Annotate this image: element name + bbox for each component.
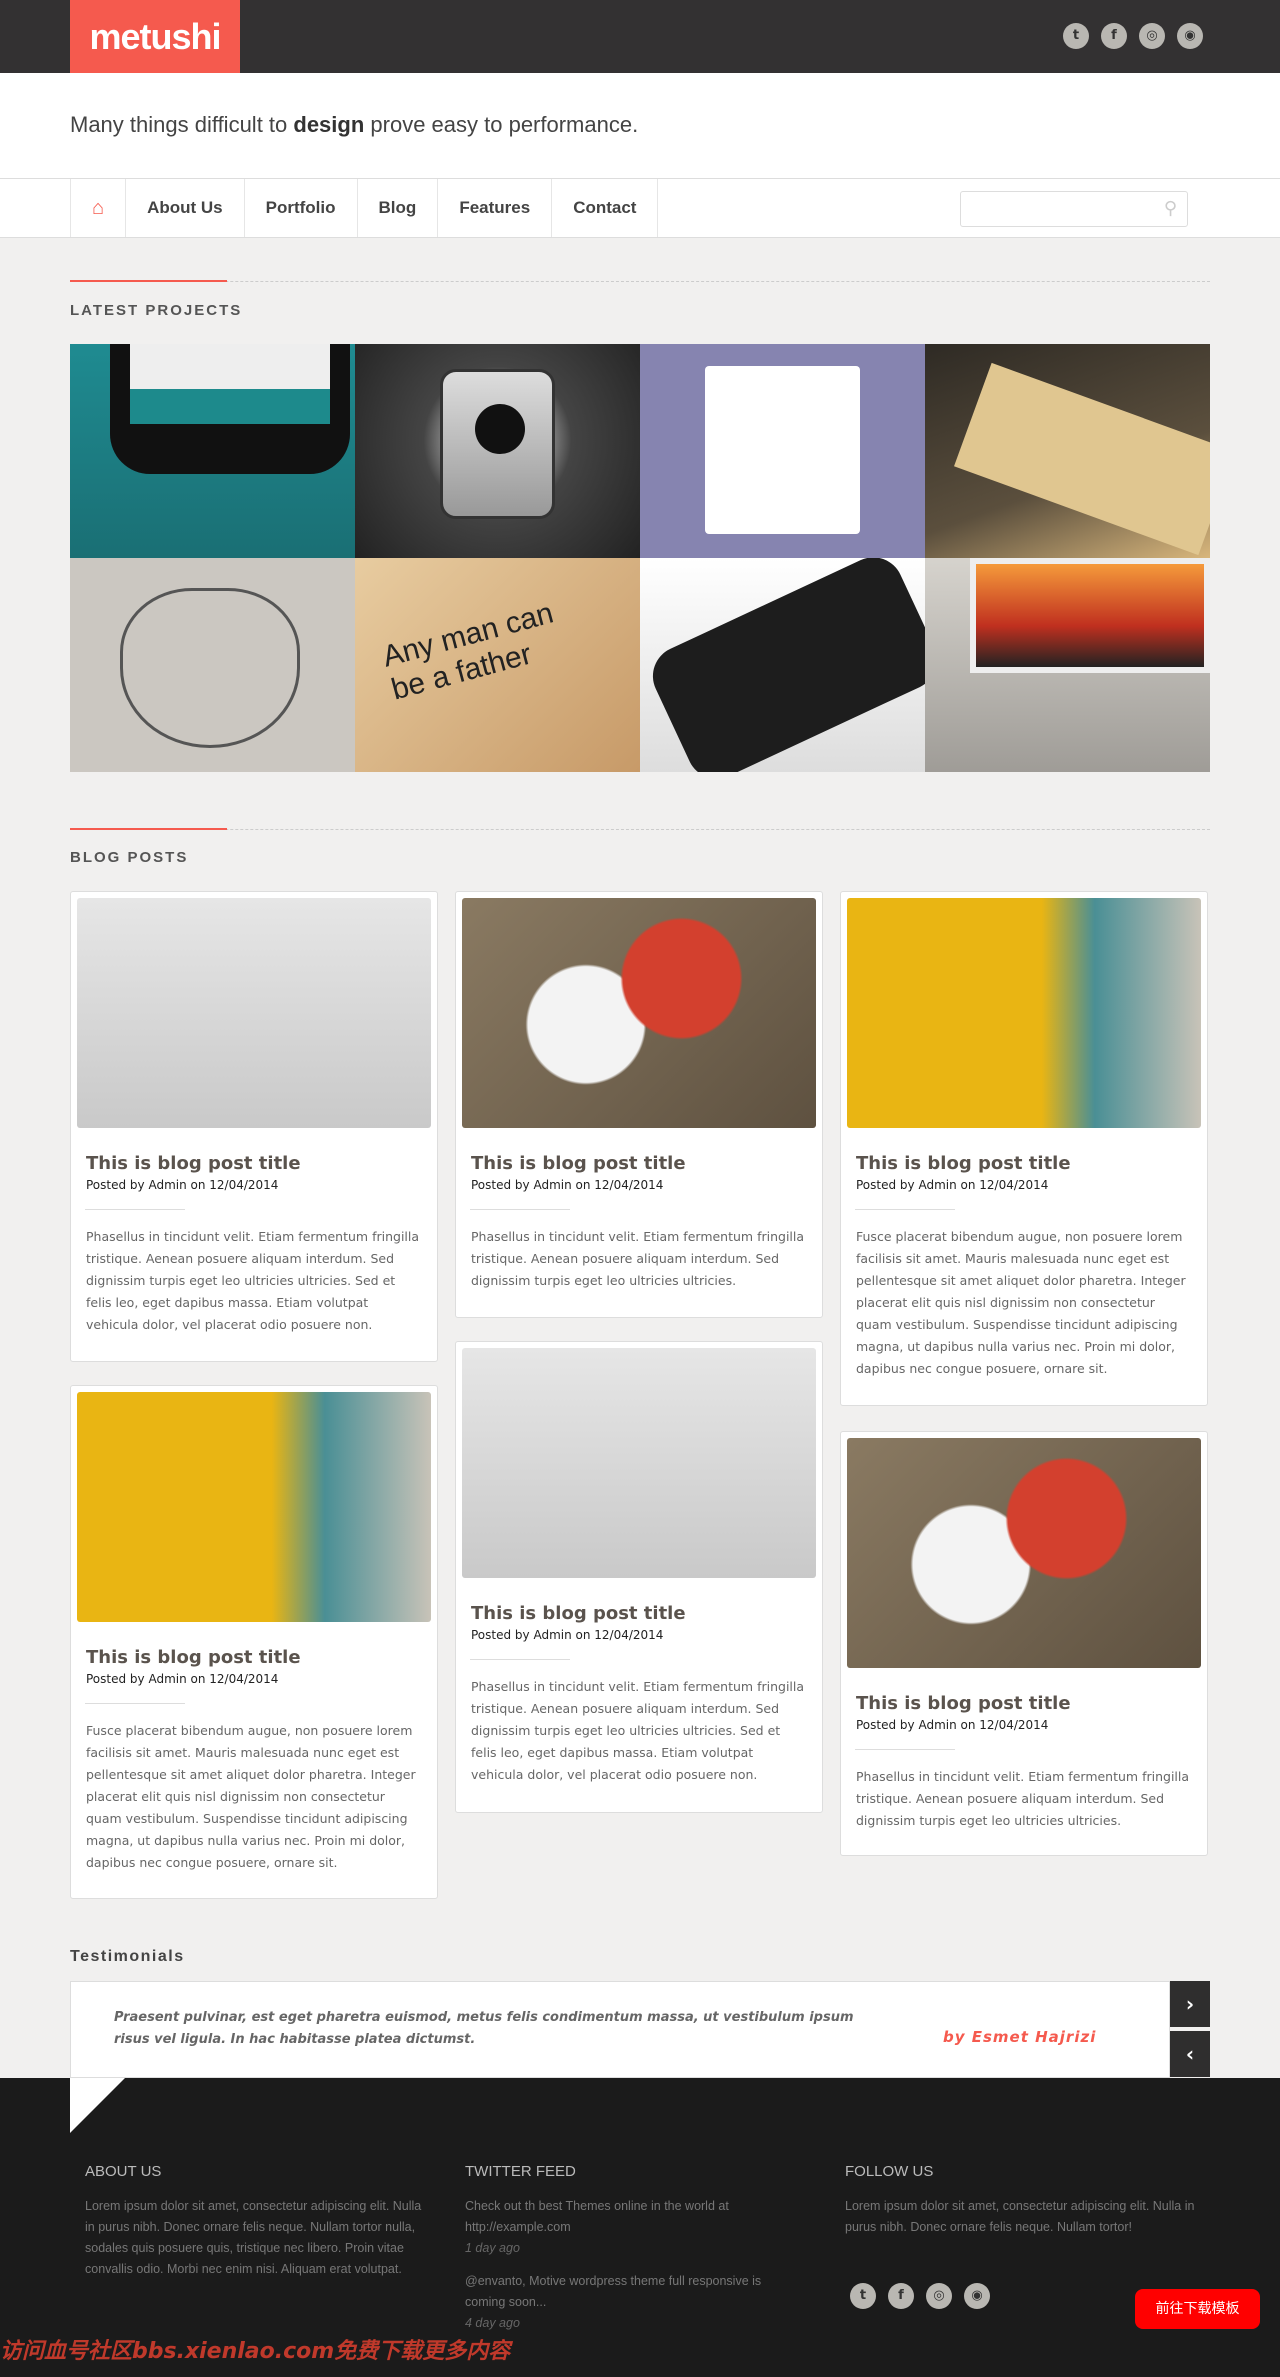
post-image[interactable]: [462, 898, 816, 1128]
project-tile[interactable]: Any man can be a father: [355, 558, 640, 772]
nav-portfolio[interactable]: Portfolio: [245, 179, 358, 237]
testimonial-notch: [70, 2078, 125, 2133]
facebook-icon[interactable]: f: [888, 2283, 914, 2309]
post-image[interactable]: [847, 1438, 1201, 1668]
main-nav: ⌂ About Us Portfolio Blog Features Conta…: [0, 178, 1280, 238]
post-excerpt: Phasellus in tincidunt velit. Etiam ferm…: [471, 1679, 805, 1782]
blog-card[interactable]: This is blog post title Posted by Admin …: [455, 891, 823, 1318]
dribbble-icon[interactable]: ◎: [926, 2283, 952, 2309]
blog-card[interactable]: This is blog post title Posted by Admin …: [70, 1385, 438, 1899]
divider: [85, 1209, 185, 1210]
nav-about-us[interactable]: About Us: [126, 179, 245, 237]
tweet-time: 4 day ago: [465, 2316, 520, 2330]
post-excerpt: Fusce placerat bibendum augue, non posue…: [86, 1723, 416, 1870]
post-meta: Posted by Admin on 12/04/2014: [856, 1718, 1049, 1732]
project-tile[interactable]: [925, 344, 1210, 558]
tagline-text: prove easy to performance.: [364, 112, 639, 137]
prev-testimonial-button[interactable]: ‹: [1170, 2031, 1210, 2077]
header-social-links: t f ◎ ◉: [1063, 23, 1203, 49]
project-tile[interactable]: [355, 344, 640, 558]
post-image[interactable]: [77, 898, 431, 1128]
project-tile[interactable]: [70, 344, 355, 558]
rss-icon[interactable]: ◉: [1177, 23, 1203, 49]
logo[interactable]: metushi: [70, 0, 240, 73]
post-title[interactable]: This is blog post title: [471, 1603, 816, 1624]
latest-projects-title: LATEST PROJECTS: [70, 302, 243, 319]
project-tile[interactable]: [925, 558, 1210, 772]
divider: [470, 1659, 570, 1660]
post-excerpt: Phasellus in tincidunt velit. Etiam ferm…: [86, 1229, 420, 1332]
post-excerpt: Phasellus in tincidunt velit. Etiam ferm…: [471, 1229, 805, 1288]
project-tile[interactable]: [70, 558, 355, 772]
project-tile[interactable]: [640, 558, 925, 772]
footer-twitter-title: TWITTER FEED: [465, 2163, 576, 2180]
post-image[interactable]: [462, 1348, 816, 1578]
divider: [855, 1749, 955, 1750]
divider: [470, 1209, 570, 1210]
nav-blog[interactable]: Blog: [358, 179, 439, 237]
post-excerpt: Phasellus in tincidunt velit. Etiam ferm…: [856, 1769, 1190, 1828]
twitter-icon[interactable]: t: [1063, 23, 1089, 49]
search-box: ⚲: [960, 191, 1188, 227]
footer-about-title: ABOUT US: [85, 2163, 162, 2180]
search-icon[interactable]: ⚲: [1164, 198, 1177, 219]
footer-about-text: Lorem ipsum dolor sit amet, consectetur …: [85, 2199, 422, 2276]
download-template-button[interactable]: 前往下载模板: [1135, 2289, 1260, 2329]
post-meta: Posted by Admin on 12/04/2014: [86, 1672, 279, 1686]
post-title[interactable]: This is blog post title: [856, 1153, 1201, 1174]
post-meta: Posted by Admin on 12/04/2014: [471, 1628, 664, 1642]
facebook-icon[interactable]: f: [1101, 23, 1127, 49]
project-tile[interactable]: [640, 344, 925, 558]
blog-card[interactable]: This is blog post title Posted by Admin …: [840, 891, 1208, 1406]
post-title[interactable]: This is blog post title: [86, 1153, 431, 1174]
blog-posts-title: BLOG POSTS: [70, 849, 189, 866]
blog-card[interactable]: This is blog post title Posted by Admin …: [840, 1431, 1208, 1856]
post-title[interactable]: This is blog post title: [86, 1647, 431, 1668]
footer-follow-title: FOLLOW US: [845, 2163, 934, 2180]
testimonial-quote: Praesent pulvinar, est eget pharetra eui…: [114, 2010, 854, 2047]
dribbble-icon[interactable]: ◎: [1139, 23, 1165, 49]
testimonials-title: Testimonials: [70, 1948, 185, 1965]
testimonial-box: Praesent pulvinar, est eget pharetra eui…: [70, 1981, 1170, 2078]
twitter-feed: Check out th best Themes online in the w…: [465, 2196, 795, 2334]
nav-features[interactable]: Features: [438, 179, 553, 237]
footer-social-links: t f ◎ ◉: [850, 2283, 990, 2309]
post-excerpt: Fusce placerat bibendum augue, non posue…: [856, 1229, 1186, 1376]
watermark: 访问血号社区bbs.xienlao.com免费下载更多内容: [0, 2339, 511, 2364]
post-title[interactable]: This is blog post title: [856, 1693, 1201, 1714]
blog-card[interactable]: This is blog post title Posted by Admin …: [70, 891, 438, 1362]
tagline: Many things difficult to design prove ea…: [70, 112, 638, 138]
blog-card[interactable]: This is blog post title Posted by Admin …: [455, 1341, 823, 1813]
section-divider: [70, 828, 1210, 830]
nav-home[interactable]: ⌂: [71, 179, 127, 237]
testimonial-author: by Esmet Hajrizi: [943, 2028, 1097, 2046]
nav-contact[interactable]: Contact: [552, 179, 659, 237]
post-image[interactable]: [847, 898, 1201, 1128]
section-divider: [70, 280, 1210, 282]
post-image[interactable]: [77, 1392, 431, 1622]
tagline-text: Many things difficult to: [70, 112, 294, 137]
tagline-bold: design: [293, 112, 365, 137]
projects-grid: Any man can be a father: [70, 344, 1210, 772]
post-meta: Posted by Admin on 12/04/2014: [86, 1178, 279, 1192]
post-meta: Posted by Admin on 12/04/2014: [856, 1178, 1049, 1192]
tweet-text[interactable]: @envanto, Motive wordpress theme full re…: [465, 2271, 795, 2313]
rss-icon[interactable]: ◉: [964, 2283, 990, 2309]
tweet-time: 1 day ago: [465, 2241, 520, 2255]
twitter-icon[interactable]: t: [850, 2283, 876, 2309]
next-testimonial-button[interactable]: ›: [1170, 1981, 1210, 2027]
tweet-text[interactable]: Check out th best Themes online in the w…: [465, 2196, 795, 2238]
search-input[interactable]: [961, 192, 1151, 226]
post-meta: Posted by Admin on 12/04/2014: [471, 1178, 664, 1192]
footer-follow-text: Lorem ipsum dolor sit amet, consectetur …: [845, 2199, 1195, 2234]
divider: [855, 1209, 955, 1210]
divider: [85, 1703, 185, 1704]
home-icon: ⌂: [92, 197, 105, 219]
post-title[interactable]: This is blog post title: [471, 1153, 816, 1174]
